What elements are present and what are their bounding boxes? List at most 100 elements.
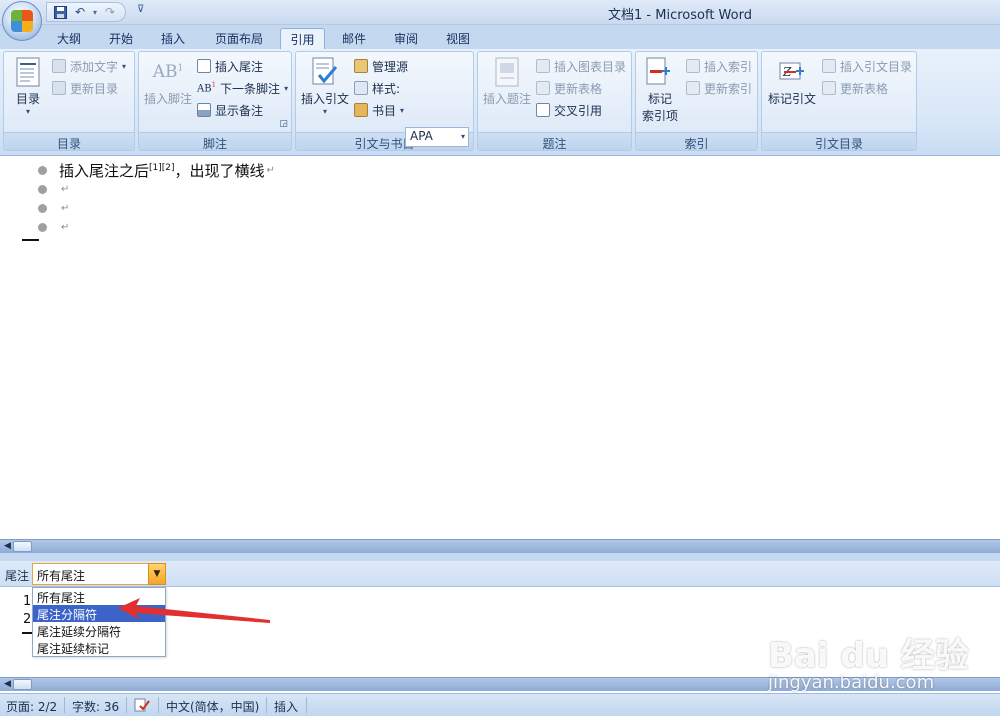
mark-entry-button[interactable]: 标记 索引项 xyxy=(639,56,681,124)
tab-mailings[interactable]: 邮件 xyxy=(333,28,375,49)
manage-sources-button[interactable]: 管理源 xyxy=(354,56,408,76)
status-page[interactable]: 页面: 2/2 xyxy=(6,698,57,715)
update-toc-label: 更新目录 xyxy=(70,81,119,96)
endnote-number: 1 xyxy=(23,594,32,609)
insert-toa-button[interactable]: 插入引文目录 xyxy=(822,56,912,76)
table-of-figures-icon xyxy=(536,59,550,73)
group-authorities: Z 标记引文 插入引文目录 更新表格 引文目录 xyxy=(761,51,917,151)
cross-reference-icon xyxy=(536,103,550,117)
chevron-down-icon: ▾ xyxy=(284,83,289,93)
insert-citation-button[interactable]: 插入引文 ▾ xyxy=(300,56,350,116)
status-insert-mode[interactable]: 插入 xyxy=(274,698,298,715)
update-toa-button[interactable]: 更新表格 xyxy=(822,78,888,98)
mark-citation-icon: Z xyxy=(777,56,807,88)
style-value: APA xyxy=(410,129,433,143)
insert-index-button[interactable]: 插入索引 xyxy=(686,56,752,76)
group-label-index: 索引 xyxy=(636,132,757,151)
tab-view[interactable]: 视图 xyxy=(437,28,479,49)
status-divider xyxy=(64,697,65,713)
insert-footnote-button[interactable]: AB1 插入脚注 xyxy=(141,56,195,107)
bullet-icon xyxy=(38,222,47,232)
show-notes-icon xyxy=(197,103,211,117)
scroll-thumb[interactable] xyxy=(13,541,32,552)
insert-citation-icon xyxy=(310,56,340,88)
add-text-button[interactable]: 添加文字 ▾ xyxy=(52,56,126,76)
tab-page-layout[interactable]: 页面布局 xyxy=(206,28,272,49)
spelling-check-icon[interactable] xyxy=(134,698,150,715)
scroll-thumb[interactable] xyxy=(13,679,32,690)
endnote-hscrollbar[interactable]: ◀ xyxy=(0,677,1000,691)
add-text-icon xyxy=(52,59,66,73)
scroll-left-icon[interactable]: ◀ xyxy=(4,679,11,689)
insert-index-label: 插入索引 xyxy=(704,59,753,74)
update-toc-button[interactable]: 更新目录 xyxy=(52,78,118,98)
cross-reference-label: 交叉引用 xyxy=(554,103,603,118)
manage-sources-icon xyxy=(354,59,368,73)
footnote-dialog-launcher-icon[interactable]: ◲ xyxy=(279,119,288,129)
insert-table-of-figures-button[interactable]: 插入图表目录 xyxy=(536,56,626,76)
tab-insert[interactable]: 插入 xyxy=(152,28,194,49)
office-logo-icon xyxy=(11,10,33,32)
update-table-label: 更新表格 xyxy=(554,81,603,96)
text-run: 插入尾注之后 xyxy=(59,161,150,180)
update-table-button[interactable]: 更新表格 xyxy=(536,78,602,98)
toc-button[interactable]: 目录 ▾ xyxy=(8,56,48,116)
scroll-left-icon[interactable]: ◀ xyxy=(4,541,11,551)
office-button[interactable] xyxy=(2,1,42,41)
list-item[interactable]: ↵ xyxy=(38,217,69,237)
toc-button-label: 目录 xyxy=(15,92,40,106)
next-footnote-label: 下一条脚注 xyxy=(220,81,281,96)
mark-citation-button[interactable]: Z 标记引文 xyxy=(765,56,819,107)
tab-review[interactable]: 审阅 xyxy=(385,28,427,49)
tab-home[interactable]: 开始 xyxy=(100,28,142,49)
annotation-arrow-icon xyxy=(118,598,270,623)
endnote-reference[interactable]: [1][2] xyxy=(149,163,175,173)
bullet-icon xyxy=(38,165,47,175)
tab-references[interactable]: 引用 xyxy=(280,28,325,49)
endnote-type-select[interactable]: 所有尾注 ▼ xyxy=(32,563,166,585)
status-language[interactable]: 中文(简体，中国) xyxy=(166,698,259,715)
insert-toa-label: 插入引文目录 xyxy=(840,59,913,74)
insert-caption-button[interactable]: 插入题注 xyxy=(481,56,533,107)
update-index-label: 更新索引 xyxy=(704,81,753,96)
list-item[interactable]: ↵ xyxy=(38,198,69,218)
ribbon: 目录 ▾ 添加文字 ▾ 更新目录 目录 AB1 插入脚注 插入尾注 AB1 下一条… xyxy=(0,49,1000,156)
status-words[interactable]: 字数: 36 xyxy=(72,698,119,715)
list-item[interactable]: 插入尾注之后[1][2]，出现了横线 ↵ xyxy=(38,160,275,180)
group-label-toc: 目录 xyxy=(4,132,134,151)
show-notes-label: 显示备注 xyxy=(215,103,264,118)
insert-endnote-label: 插入尾注 xyxy=(215,59,264,74)
group-footnotes: AB1 插入脚注 插入尾注 AB1 下一条脚注 ▾ 显示备注 ◲ 脚注 xyxy=(138,51,292,151)
bibliography-button[interactable]: 书目 ▾ xyxy=(354,100,404,120)
mark-entry-label-1: 标记 xyxy=(647,92,672,106)
dropdown-option-continuation-notice[interactable]: 尾注延续标记 xyxy=(33,639,165,656)
show-notes-button[interactable]: 显示备注 xyxy=(197,100,263,120)
bullet-icon xyxy=(38,184,47,194)
tab-outline[interactable]: 大纲 xyxy=(48,28,90,49)
endnote-select-value: 所有尾注 xyxy=(37,569,86,583)
group-index: 标记 索引项 插入索引 更新索引 索引 xyxy=(635,51,758,151)
bullet-icon xyxy=(38,203,47,213)
update-index-button[interactable]: 更新索引 xyxy=(686,78,752,98)
chevron-down-icon: ▾ xyxy=(322,107,327,116)
cross-reference-button[interactable]: 交叉引用 xyxy=(536,100,602,120)
paragraph-mark: ↵ xyxy=(61,183,70,195)
document-area[interactable]: 插入尾注之后[1][2]，出现了横线 ↵ ↵ ↵ ↵ xyxy=(0,157,1000,537)
list-item[interactable]: ↵ xyxy=(38,179,69,199)
next-footnote-button[interactable]: AB1 下一条脚注 ▾ xyxy=(197,78,288,98)
bibliography-icon xyxy=(354,103,368,117)
title-bar: ↶ ▾ ↷ ⊽ 文档1 - Microsoft Word xyxy=(0,0,1000,41)
citation-style-select[interactable]: APA ▾ xyxy=(405,127,469,147)
document-hscrollbar[interactable]: ◀ xyxy=(0,539,1000,553)
update-index-icon xyxy=(686,81,700,95)
chevron-down-icon: ▾ xyxy=(400,105,405,115)
manage-sources-label: 管理源 xyxy=(372,59,409,74)
insert-endnote-button[interactable]: 插入尾注 xyxy=(197,56,263,76)
status-divider xyxy=(306,697,307,713)
pane-splitter[interactable] xyxy=(0,553,1000,561)
insert-footnote-label: 插入脚注 xyxy=(143,92,192,106)
chevron-down-icon[interactable]: ▼ xyxy=(148,563,166,585)
update-table-icon xyxy=(536,81,550,95)
endnote-number: 2 xyxy=(23,612,32,627)
update-toa-icon xyxy=(822,81,836,95)
